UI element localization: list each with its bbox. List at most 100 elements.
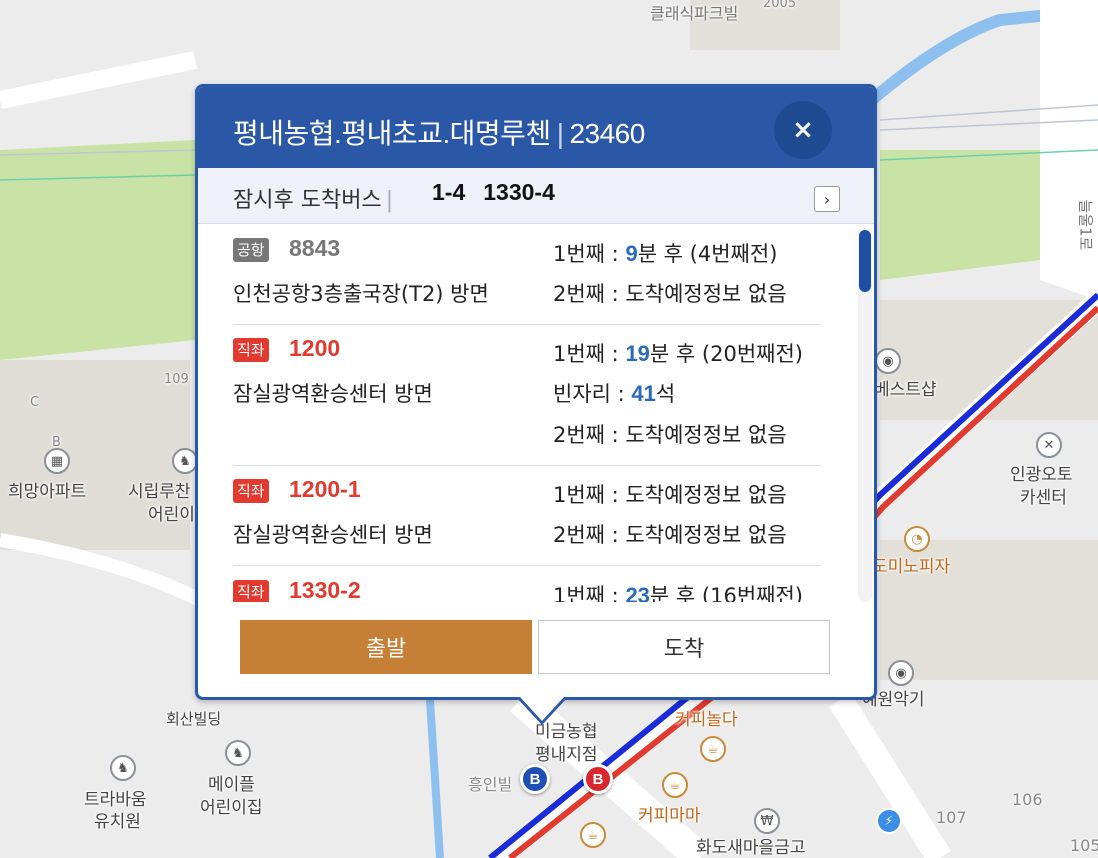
- map-label-inkwang-2: 카센터: [1020, 488, 1067, 508]
- map-label-coffee-nolda: 커피놀다: [675, 710, 738, 730]
- scrollbar-thumb[interactable]: [859, 230, 871, 292]
- close-button[interactable]: ×: [774, 101, 832, 159]
- arrival-minutes: 23: [625, 583, 650, 602]
- bus-type-badge: 직좌: [233, 338, 269, 362]
- arrival-text: 2번째 : 도착예정정보 없음: [553, 282, 787, 306]
- bus-type-badge: 공항: [233, 238, 269, 262]
- map-label-2005: 2005: [763, 0, 797, 11]
- maple-daycare-icon[interactable]: ♞: [225, 740, 251, 766]
- arrival-text: 1번째 :: [553, 242, 626, 266]
- arriving-soon-routes: 1-4 1330-4: [432, 179, 573, 206]
- arrival-text: 2번째 : 도착예정정보 없음: [553, 423, 787, 447]
- arrival-minutes: 19: [625, 341, 650, 366]
- popup-header: 평내농협.평내초교.대명루첸 | 23460 ×: [198, 87, 874, 168]
- arrival-second: 2번째 : 도착예정정보 없음: [553, 519, 787, 549]
- stop-name: 평내농협.평내초교.대명루첸: [233, 118, 551, 149]
- soon-route[interactable]: 1-4: [432, 179, 465, 205]
- map-label-city-daycare-1: 시립루찬: [128, 482, 191, 502]
- pizza-icon[interactable]: ◔: [904, 526, 930, 552]
- map-label-geum-2: 평내지점: [535, 745, 598, 765]
- bus-arrival-list[interactable]: 공항 8843 인천공항3층출국장(T2) 방면 1번째 : 9분 후 (4번째…: [198, 224, 874, 602]
- map-label-hoesan: 회산빌딩: [166, 710, 222, 728]
- close-icon: ×: [792, 115, 814, 145]
- arrival-text: 1번째 :: [553, 342, 626, 366]
- next-page-button[interactable]: ›: [814, 186, 840, 212]
- map-label-107: 107: [936, 808, 967, 827]
- arrival-first: 1번째 : 9분 후 (4번째전): [553, 238, 777, 268]
- popup-title: 평내농협.평내초교.대명루첸 | 23460: [233, 112, 645, 152]
- arrival-minutes: 9: [625, 241, 638, 266]
- bus-row[interactable]: 직좌 1330-2 1번째 : 23분 후 (16번째전): [233, 577, 821, 602]
- arriving-soon-bar: 잠시후 도착버스 | 1-4 1330-4 ›: [198, 168, 874, 224]
- bus-row[interactable]: 직좌 1200 잠실광역환승센터 방면 1번째 : 19분 후 (20번째전) …: [233, 335, 821, 466]
- map-label-city-daycare-2: 어린이: [148, 505, 195, 525]
- map-label-c: C: [30, 395, 40, 410]
- repair-icon[interactable]: ✕: [1036, 432, 1062, 458]
- arrival-text: 2번째 : 도착예정정보 없음: [553, 523, 787, 547]
- popup-tail: [520, 697, 564, 721]
- map-label-106: 106: [1012, 790, 1043, 809]
- shop-icon[interactable]: ◉: [875, 348, 901, 374]
- cafe-icon-2[interactable]: ☕: [580, 822, 606, 848]
- bus-route-number[interactable]: 8843: [289, 235, 340, 262]
- depart-button[interactable]: 출발: [240, 620, 532, 674]
- bus-route-number[interactable]: 1200-1: [289, 476, 361, 503]
- music-icon[interactable]: ◉: [888, 660, 914, 686]
- arrival-text: 분 후 (4번째전): [637, 242, 778, 266]
- arriving-soon-label: 잠시후 도착버스 |: [233, 182, 393, 214]
- map-label-hope-apt: 희망아파트: [8, 482, 87, 502]
- kindergarten-icon[interactable]: ♞: [110, 755, 136, 781]
- seats-text: 석: [655, 382, 676, 406]
- bus-route-number[interactable]: 1200: [289, 335, 340, 362]
- bus-row[interactable]: 공항 8843 인천공항3층출국장(T2) 방면 1번째 : 9분 후 (4번째…: [233, 235, 821, 325]
- action-buttons: 출발 도착: [240, 620, 834, 674]
- arrival-second: 2번째 : 도착예정정보 없음: [553, 278, 787, 308]
- soon-route[interactable]: 1330-4: [483, 179, 555, 205]
- map-label-domino: 도미노피자: [872, 557, 951, 577]
- map-label-109: 109: [164, 372, 189, 387]
- cafe-mama-icon[interactable]: ☕: [662, 772, 688, 798]
- map-label-maple-1: 메이플: [208, 775, 255, 795]
- bus-route-number[interactable]: 1330-2: [289, 577, 361, 602]
- bus-stop-pin-blue[interactable]: B: [520, 764, 550, 794]
- arrive-button[interactable]: 도착: [538, 620, 830, 674]
- ev-charge-icon[interactable]: ⚡: [876, 808, 902, 834]
- stop-id: 23460: [569, 118, 645, 149]
- arrival-first: 1번째 : 도착예정정보 없음: [553, 479, 787, 509]
- map-label-105: 105: [1070, 836, 1098, 855]
- map-label-heungin: 흥인빌: [468, 775, 513, 794]
- arrival-text: 1번째 : 도착예정정보 없음: [553, 483, 787, 507]
- map-label-road: 늘울1로: [1076, 199, 1095, 251]
- bus-stop-popup: 평내농협.평내초교.대명루첸 | 23460 × 잠시후 도착버스 | 1-4 1330…: [195, 84, 877, 725]
- title-separator: |: [556, 118, 564, 149]
- bus-type-badge: 직좌: [233, 479, 269, 503]
- arrival-first: 1번째 : 19분 후 (20번째전): [553, 338, 803, 368]
- building-icon[interactable]: ▦: [44, 448, 70, 474]
- arriving-soon-text: 잠시후 도착버스: [233, 188, 382, 213]
- arrival-text: 분 후 (20번째전): [649, 342, 803, 366]
- bus-stop-pin-red[interactable]: B: [583, 764, 613, 794]
- arriving-soon-separator: |: [385, 188, 394, 213]
- arrival-second: 2번째 : 도착예정정보 없음: [553, 419, 787, 449]
- arrival-text: 1번째 :: [553, 584, 626, 602]
- map-label-trabaum-2: 유치원: [94, 812, 141, 832]
- map-label-best-shop: 베스트샵: [874, 380, 937, 400]
- seats-text: 빈자리 :: [553, 382, 632, 406]
- map-label-trabaum-1: 트라바움: [84, 790, 147, 810]
- map-label-classic-park: 클래식파크빌: [650, 4, 739, 23]
- bus-destination: 잠실광역환승센터 방면: [233, 382, 433, 406]
- map-label-hwado: 화도새마을금고: [696, 838, 806, 858]
- map-label-coffee-mama: 커피마마: [638, 806, 701, 826]
- map-label-inkwang-1: 인광오토: [1010, 465, 1073, 485]
- bank-icon[interactable]: ₩: [754, 808, 780, 834]
- empty-seats: 빈자리 : 41석: [553, 378, 675, 408]
- bus-destination: 인천공항3층출국장(T2) 방면: [233, 282, 489, 306]
- bus-type-badge: 직좌: [233, 580, 269, 602]
- cafe-icon[interactable]: ☕: [700, 736, 726, 762]
- bus-row[interactable]: 직좌 1200-1 잠실광역환승센터 방면 1번째 : 도착예정정보 없음 2번…: [233, 476, 821, 566]
- chevron-right-icon: ›: [823, 189, 831, 209]
- arrival-text: 분 후 (16번째전): [649, 584, 803, 602]
- bus-destination: 잠실광역환승센터 방면: [233, 523, 433, 547]
- map-label-geum-1: 미금농협: [535, 722, 598, 742]
- seats-count: 41: [631, 381, 656, 406]
